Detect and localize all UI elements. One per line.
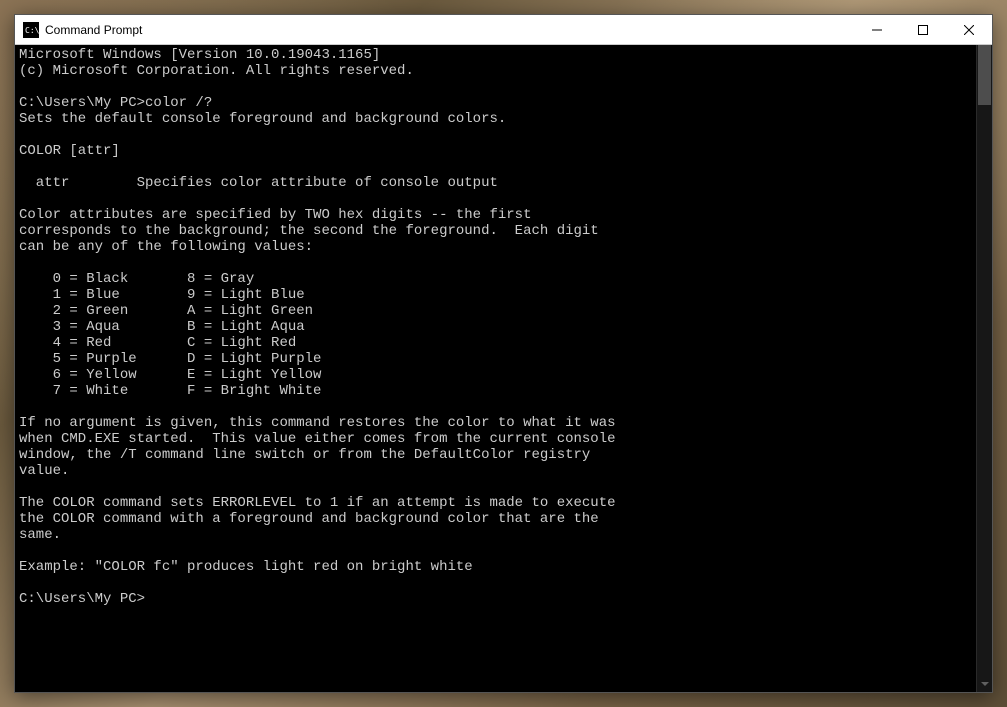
prompt-line: C:\Users\My PC>color /? (19, 95, 212, 111)
output-line: (c) Microsoft Corporation. All rights re… (19, 63, 414, 79)
svg-text:C:\: C:\ (25, 26, 39, 35)
output-line: 0 = Black 8 = Gray (19, 271, 254, 287)
titlebar[interactable]: C:\ Command Prompt (15, 15, 992, 45)
scrollbar-down-arrow[interactable] (977, 676, 992, 692)
output-line: 6 = Yellow E = Light Yellow (19, 367, 321, 383)
output-line: COLOR [attr] (19, 143, 120, 159)
output-line: 7 = White F = Bright White (19, 383, 321, 399)
close-button[interactable] (946, 15, 992, 44)
output-line: 5 = Purple D = Light Purple (19, 351, 321, 367)
window-title: Command Prompt (45, 23, 854, 37)
minimize-button[interactable] (854, 15, 900, 44)
output-line: same. (19, 527, 61, 543)
cmd-window: C:\ Command Prompt Microsoft Windows [Ve… (14, 14, 993, 693)
window-controls (854, 15, 992, 44)
output-line: 3 = Aqua B = Light Aqua (19, 319, 305, 335)
output-line: Color attributes are specified by TWO he… (19, 207, 531, 223)
output-line: 2 = Green A = Light Green (19, 303, 313, 319)
output-line: the COLOR command with a foreground and … (19, 511, 599, 527)
output-line: can be any of the following values: (19, 239, 313, 255)
cmd-icon: C:\ (23, 22, 39, 38)
output-line: Sets the default console foreground and … (19, 111, 506, 127)
output-line: 4 = Red C = Light Red (19, 335, 296, 351)
maximize-button[interactable] (900, 15, 946, 44)
output-line: Example: "COLOR fc" produces light red o… (19, 559, 473, 575)
scrollbar-thumb[interactable] (978, 45, 991, 105)
console-area: Microsoft Windows [Version 10.0.19043.11… (15, 45, 992, 692)
output-line: Microsoft Windows [Version 10.0.19043.11… (19, 47, 380, 63)
vertical-scrollbar[interactable] (976, 45, 992, 692)
output-line: corresponds to the background; the secon… (19, 223, 599, 239)
output-line: The COLOR command sets ERRORLEVEL to 1 i… (19, 495, 616, 511)
output-line: 1 = Blue 9 = Light Blue (19, 287, 305, 303)
output-line: attr Specifies color attribute of consol… (19, 175, 498, 191)
prompt-line: C:\Users\My PC> (19, 591, 145, 607)
output-line: window, the /T command line switch or fr… (19, 447, 590, 463)
output-line: when CMD.EXE started. This value either … (19, 431, 616, 447)
output-line: value. (19, 463, 69, 479)
output-line: If no argument is given, this command re… (19, 415, 616, 431)
console-output[interactable]: Microsoft Windows [Version 10.0.19043.11… (15, 45, 976, 692)
